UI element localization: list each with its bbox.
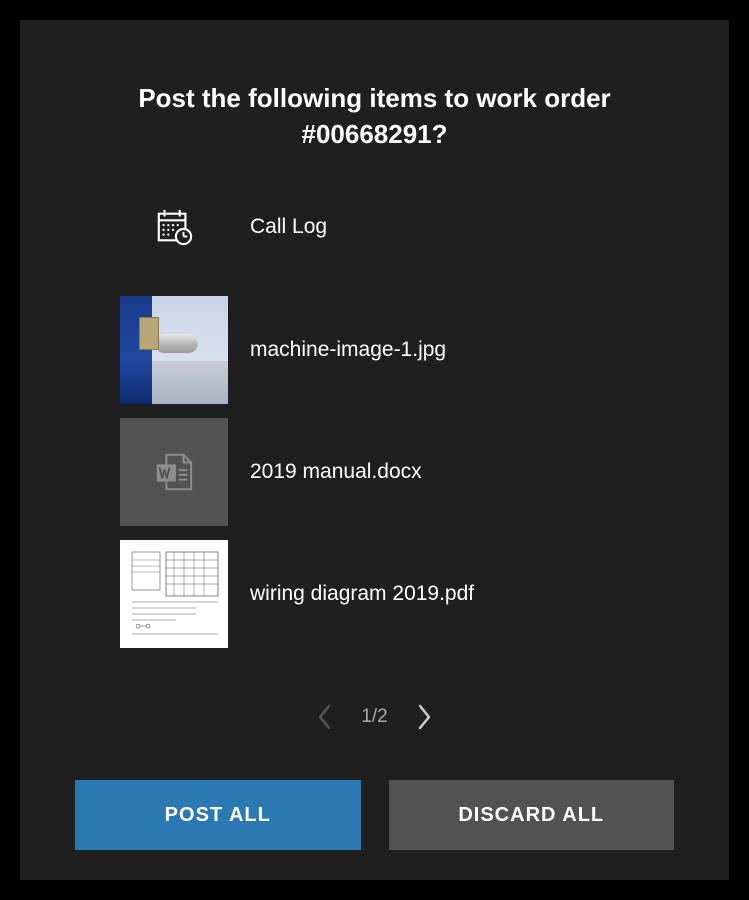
items-list: Call Log machine-image-1.jpg — [75, 208, 674, 674]
item-label: wiring diagram 2019.pdf — [250, 582, 474, 606]
item-label: 2019 manual.docx — [250, 460, 422, 484]
list-item[interactable]: Call Log — [120, 208, 654, 246]
page-indicator: 1/2 — [361, 706, 387, 728]
previous-page-button[interactable] — [317, 704, 333, 730]
discard-all-button[interactable]: DISCARD ALL — [389, 780, 675, 850]
item-label: Call Log — [250, 215, 327, 239]
list-item[interactable]: machine-image-1.jpg — [120, 296, 654, 404]
pdf-thumbnail — [120, 540, 228, 648]
pagination: 1/2 — [75, 704, 674, 730]
chevron-right-icon — [416, 704, 432, 730]
dialog-actions: POST ALL DISCARD ALL — [75, 780, 674, 850]
list-item[interactable]: wiring diagram 2019.pdf — [120, 540, 654, 648]
chevron-left-icon — [317, 704, 333, 730]
image-thumbnail — [120, 296, 228, 404]
word-doc-icon — [153, 451, 195, 493]
next-page-button[interactable] — [416, 704, 432, 730]
post-items-dialog: Post the following items to work order #… — [20, 20, 729, 880]
item-label: machine-image-1.jpg — [250, 338, 446, 362]
post-all-button[interactable]: POST ALL — [75, 780, 361, 850]
call-log-icon — [120, 208, 228, 246]
list-item[interactable]: 2019 manual.docx — [120, 418, 654, 526]
docx-thumbnail — [120, 418, 228, 526]
dialog-title: Post the following items to work order #… — [75, 80, 674, 153]
